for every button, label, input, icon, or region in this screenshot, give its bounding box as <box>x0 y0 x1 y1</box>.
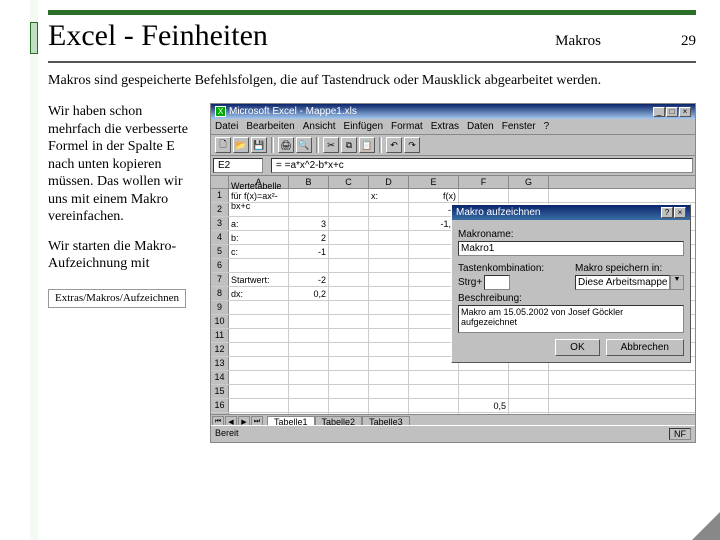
dialog-title: Makro aufzeichnen <box>456 207 541 218</box>
slide-title: Excel - Feinheiten <box>48 19 555 53</box>
dialog-close-button[interactable]: × <box>674 207 686 218</box>
excel-window: X Microsoft Excel - Mappe1.xls _ □ × Dat… <box>210 103 696 443</box>
cancel-button[interactable]: Abbrechen <box>606 339 684 356</box>
menu-ansicht[interactable]: Ansicht <box>303 121 336 132</box>
titlebar: X Microsoft Excel - Mappe1.xls _ □ × <box>211 104 695 119</box>
status-text: Bereit <box>215 428 239 440</box>
table-row[interactable]: 14 <box>211 371 695 385</box>
menu-extras[interactable]: Extras <box>431 121 459 132</box>
menu-help[interactable]: ? <box>544 121 550 132</box>
redo-icon[interactable]: ↷ <box>404 137 420 153</box>
body-paragraph-2: Wir starten die Makro-Aufzeich­nung mit <box>48 238 198 273</box>
formula-bar: E2 = =a*x^2-b*x+c <box>211 156 695 176</box>
menu-path: Extras/Makros/Aufzeichnen <box>48 289 186 309</box>
macro-name-label: Makroname: <box>458 229 684 240</box>
status-bar: Bereit NF <box>211 425 695 442</box>
body-paragraph-1: Wir haben schon mehrfach die ver­bessert… <box>48 103 198 226</box>
table-row[interactable]: 15 <box>211 385 695 399</box>
copy-icon[interactable]: ⧉ <box>341 137 357 153</box>
slide-section: Makros <box>555 33 601 50</box>
new-icon[interactable]: 🗋 <box>215 137 231 153</box>
store-label: Makro speichern in: <box>575 263 684 274</box>
macro-name-input[interactable] <box>458 241 684 256</box>
description-input[interactable]: Makro am 15.05.2002 von Josef Göckler au… <box>458 305 684 333</box>
intro-text: Makros sind gespeicherte Befehlsfolgen, … <box>48 73 696 89</box>
menu-fenster[interactable]: Fenster <box>502 121 536 132</box>
paste-icon[interactable]: 📋 <box>359 137 375 153</box>
save-icon[interactable]: 💾 <box>251 137 267 153</box>
excel-logo-icon: X <box>215 106 226 117</box>
shortcut-input[interactable] <box>484 275 510 290</box>
table-row[interactable]: 160,5 <box>211 399 695 413</box>
preview-icon[interactable]: 🔍 <box>296 137 312 153</box>
chevron-down-icon[interactable]: ▼ <box>670 275 684 290</box>
menu-bearbeiten[interactable]: Bearbeiten <box>246 121 294 132</box>
page-curl-icon <box>692 512 720 540</box>
menu-einfuegen[interactable]: Einfügen <box>344 121 383 132</box>
status-nf: NF <box>669 428 691 440</box>
formula-input[interactable]: = =a*x^2-b*x+c <box>271 158 693 173</box>
dialog-help-button[interactable]: ? <box>661 207 673 218</box>
menu-daten[interactable]: Daten <box>467 121 494 132</box>
menubar: Datei Bearbeiten Ansicht Einfügen Format… <box>211 119 695 135</box>
record-macro-dialog: Makro aufzeichnen ? × Makroname: Tastenk… <box>451 204 691 363</box>
store-combo[interactable] <box>575 275 670 290</box>
minimize-button[interactable]: _ <box>653 107 665 117</box>
ok-button[interactable]: OK <box>555 339 599 356</box>
open-icon[interactable]: 📂 <box>233 137 249 153</box>
shortcut-label: Tastenkombination: <box>458 263 567 274</box>
description-label: Beschreibung: <box>458 293 684 304</box>
cut-icon[interactable]: ✂ <box>323 137 339 153</box>
window-title: Microsoft Excel - Mappe1.xls <box>229 106 357 117</box>
print-icon[interactable]: 🖨 <box>278 137 294 153</box>
page-number: 29 <box>681 33 696 50</box>
close-button[interactable]: × <box>679 107 691 117</box>
maximize-button[interactable]: □ <box>666 107 678 117</box>
shortcut-prefix: Strg+ <box>458 277 482 288</box>
menu-datei[interactable]: Datei <box>215 121 238 132</box>
name-box[interactable]: E2 <box>213 158 263 173</box>
undo-icon[interactable]: ↶ <box>386 137 402 153</box>
toolbar: 🗋 📂 💾 🖨 🔍 ✂ ⧉ 📋 ↶ ↷ <box>211 135 695 156</box>
table-row[interactable]: 1Wertetabelle für f(x)=ax²-bx+cx:f(x) <box>211 189 695 203</box>
menu-format[interactable]: Format <box>391 121 423 132</box>
